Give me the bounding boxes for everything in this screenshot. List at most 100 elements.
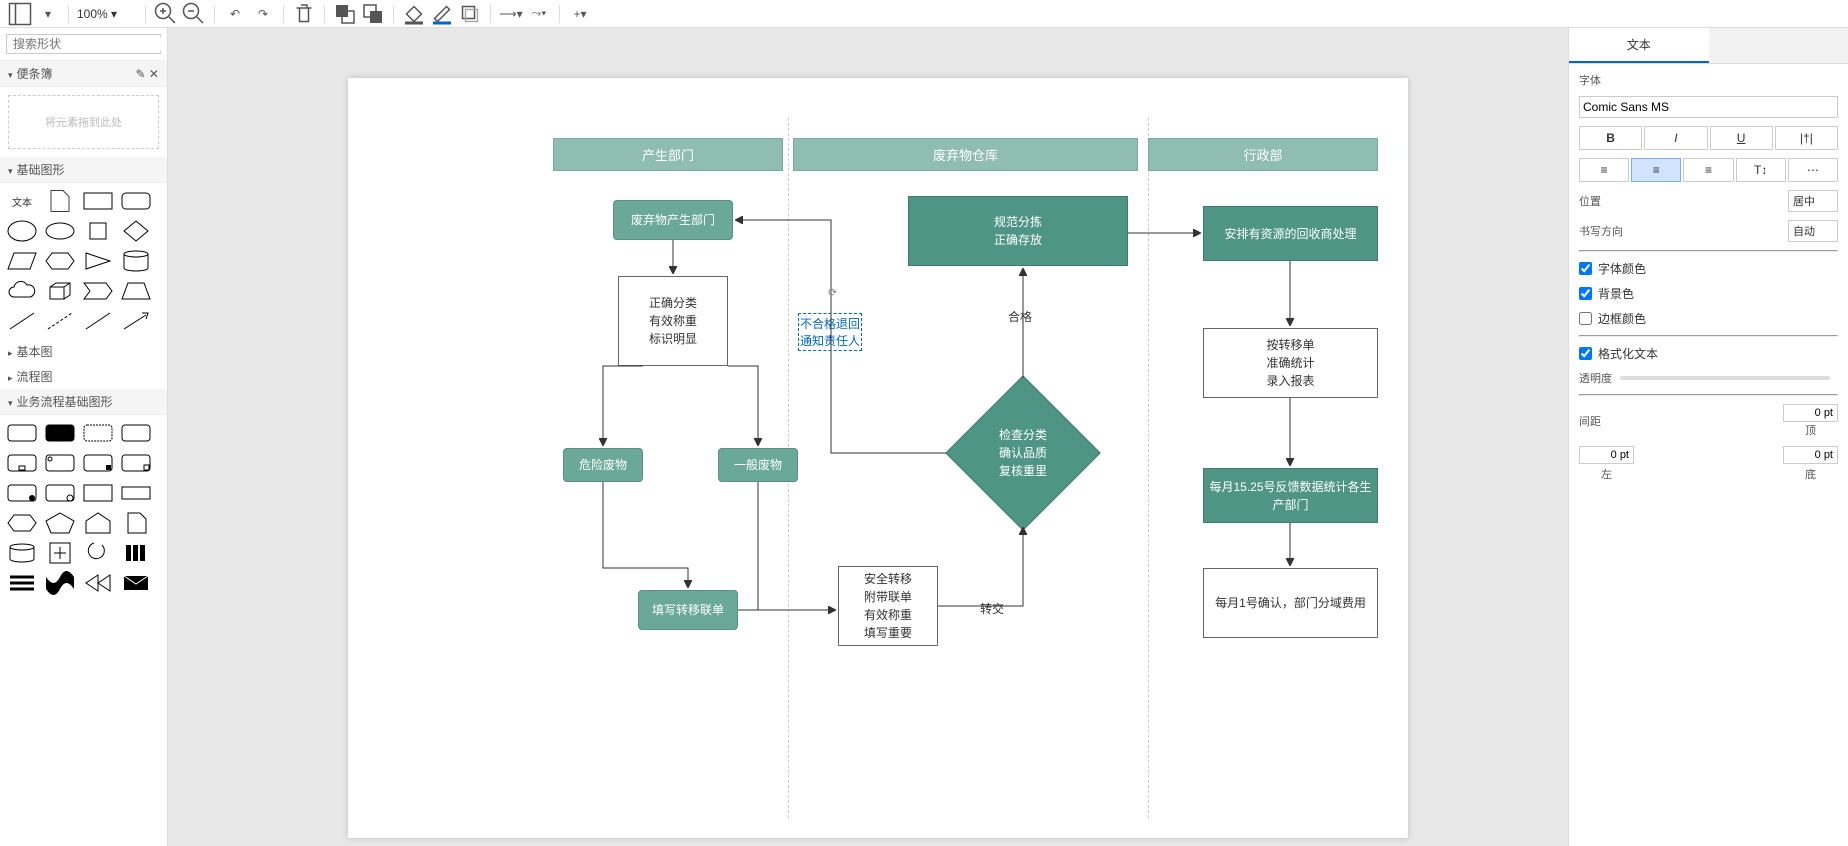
search-input[interactable] — [13, 37, 168, 51]
spacing-left-input[interactable] — [1579, 446, 1634, 464]
tab-other[interactable] — [1709, 28, 1848, 63]
shape-triangle[interactable] — [82, 249, 114, 273]
diagram-canvas[interactable]: 产生部门 废弃物仓库 行政部 废弃物产生部门 正确分类 有效称重 标识明显 危险… — [348, 78, 1408, 838]
position-value[interactable]: 居中 — [1788, 190, 1838, 212]
node-check[interactable]: 检查分类 确认品质 复核重里 — [945, 375, 1101, 531]
shape-arrow[interactable] — [120, 309, 152, 333]
bpmn-wave[interactable] — [44, 571, 76, 595]
writing-value[interactable]: 自动 — [1788, 220, 1838, 242]
to-front-icon[interactable] — [333, 2, 357, 26]
waypoint-icon[interactable]: ⤳▾ — [527, 2, 551, 26]
connection-icon[interactable]: ⟶▾ — [499, 2, 523, 26]
zoom-in-icon[interactable] — [154, 2, 178, 26]
bpmn-house[interactable] — [82, 511, 114, 535]
spacing-button[interactable]: |†| — [1775, 126, 1838, 150]
bpmn-task1[interactable] — [6, 421, 38, 445]
align-left-button[interactable]: ≡ — [1579, 158, 1629, 182]
label-submit[interactable]: 转交 — [980, 600, 1004, 617]
bpmn-mail[interactable] — [120, 571, 152, 595]
section-basic-diagram[interactable]: 基本图 — [0, 339, 167, 364]
zoom-select[interactable]: 100% ▾ — [77, 7, 137, 21]
bpmn-sub5[interactable] — [6, 481, 38, 505]
border-color-check[interactable]: 边框颜色 — [1579, 310, 1838, 327]
node-safe[interactable]: 安全转移 附带联单 有效称重 填写重要 — [838, 566, 938, 646]
node-sort[interactable]: 规范分拣 正确存放 — [908, 196, 1128, 266]
canvas-area[interactable]: 产生部门 废弃物仓库 行政部 废弃物产生部门 正确分类 有效称重 标识明显 危险… — [168, 28, 1568, 846]
shape-oval[interactable] — [44, 219, 76, 243]
shape-cylinder[interactable] — [120, 249, 152, 273]
shape-line[interactable] — [6, 309, 38, 333]
shape-step[interactable] — [82, 279, 114, 303]
node-start[interactable]: 废弃物产生部门 — [613, 200, 733, 240]
bpmn-db[interactable] — [6, 541, 38, 565]
scratchpad-dropzone[interactable]: 将元素拖到此处 — [8, 95, 159, 149]
line-color-icon[interactable] — [430, 2, 454, 26]
redo-icon[interactable]: ↷ — [251, 2, 275, 26]
label-return[interactable]: 不合格退回 通知责任人 — [798, 313, 862, 351]
align-center-button[interactable]: ≡ — [1631, 158, 1681, 182]
bpmn-rect[interactable] — [82, 481, 114, 505]
shape-cloud[interactable] — [6, 279, 38, 303]
shape-page[interactable] — [44, 189, 76, 213]
bpmn-sub6[interactable] — [44, 481, 76, 505]
shape-square[interactable] — [82, 219, 114, 243]
bpmn-rewind[interactable] — [82, 571, 114, 595]
add-icon[interactable]: +▾ — [568, 2, 592, 26]
bg-color-check[interactable]: 背景色 — [1579, 285, 1838, 302]
font-select[interactable] — [1579, 96, 1838, 118]
spacing-bottom-input[interactable] — [1783, 446, 1838, 464]
to-back-icon[interactable] — [361, 2, 385, 26]
scratchpad-actions[interactable]: ✎ ✕ — [136, 67, 159, 81]
format-text-check[interactable]: 格式化文本 — [1579, 345, 1838, 362]
shape-line2[interactable] — [82, 309, 114, 333]
swimlane-header-1[interactable]: 产生部门 — [553, 138, 783, 171]
bpmn-loop[interactable] — [82, 541, 114, 565]
scratchpad-header[interactable]: ▾便条簿 ✎ ✕ — [0, 61, 167, 87]
bpmn-header[interactable]: ▾业务流程基础图形 — [0, 389, 167, 415]
shadow-icon[interactable] — [458, 2, 482, 26]
shape-ellipse[interactable] — [6, 219, 38, 243]
swimlane-header-2[interactable]: 废弃物仓库 — [793, 138, 1138, 171]
shape-hexagon[interactable] — [44, 249, 76, 273]
shape-rect[interactable] — [82, 189, 114, 213]
bpmn-lines[interactable] — [6, 571, 38, 595]
bpmn-sub4[interactable] — [120, 451, 152, 475]
shape-trapezoid[interactable] — [120, 279, 152, 303]
zoom-out-icon[interactable] — [182, 2, 206, 26]
node-feedback[interactable]: 每月15.25号反馈数据统计各生产部门 — [1203, 468, 1378, 523]
bpmn-sub1[interactable] — [6, 451, 38, 475]
basic-shapes-header[interactable]: ▾基础图形 — [0, 157, 167, 183]
shape-parallelogram[interactable] — [6, 249, 38, 273]
bpmn-sub2[interactable] — [44, 451, 76, 475]
tab-text[interactable]: 文本 — [1569, 28, 1709, 63]
vertical-text-button[interactable]: T↕ — [1736, 158, 1786, 182]
swimlane-header-3[interactable]: 行政部 — [1148, 138, 1378, 171]
dropdown-icon[interactable]: ▾ — [36, 2, 60, 26]
bpmn-rect2[interactable] — [120, 481, 152, 505]
node-stat[interactable]: 按转移单 准确统计 录入报表 — [1203, 328, 1378, 398]
node-arrange[interactable]: 安排有资源的回收商处理 — [1203, 206, 1378, 261]
more-align-button[interactable]: ⋯ — [1788, 158, 1838, 182]
shape-text[interactable]: 文本 — [6, 189, 38, 213]
bpmn-task2[interactable] — [44, 421, 76, 445]
opacity-slider[interactable] — [1620, 376, 1830, 380]
layout-icon[interactable] — [8, 2, 32, 26]
shape-rounded[interactable] — [120, 189, 152, 213]
bpmn-plus[interactable] — [44, 541, 76, 565]
bold-button[interactable]: B — [1579, 126, 1642, 150]
bpmn-task3[interactable] — [82, 421, 114, 445]
fill-icon[interactable] — [402, 2, 426, 26]
font-color-check[interactable]: 字体颜色 — [1579, 260, 1838, 277]
node-general[interactable]: 一般废物 — [718, 448, 798, 482]
bpmn-bars[interactable] — [120, 541, 152, 565]
italic-button[interactable]: I — [1644, 126, 1707, 150]
align-right-button[interactable]: ≡ — [1683, 158, 1733, 182]
section-flowchart[interactable]: 流程图 — [0, 364, 167, 389]
spacing-top-input[interactable] — [1783, 404, 1838, 422]
bpmn-hex[interactable] — [6, 511, 38, 535]
bpmn-doc[interactable] — [120, 511, 152, 535]
label-pass[interactable]: 合格 — [1008, 308, 1032, 325]
underline-button[interactable]: U — [1710, 126, 1773, 150]
delete-icon[interactable] — [292, 2, 316, 26]
rotate-handle-icon[interactable]: ⟳ — [828, 286, 837, 299]
